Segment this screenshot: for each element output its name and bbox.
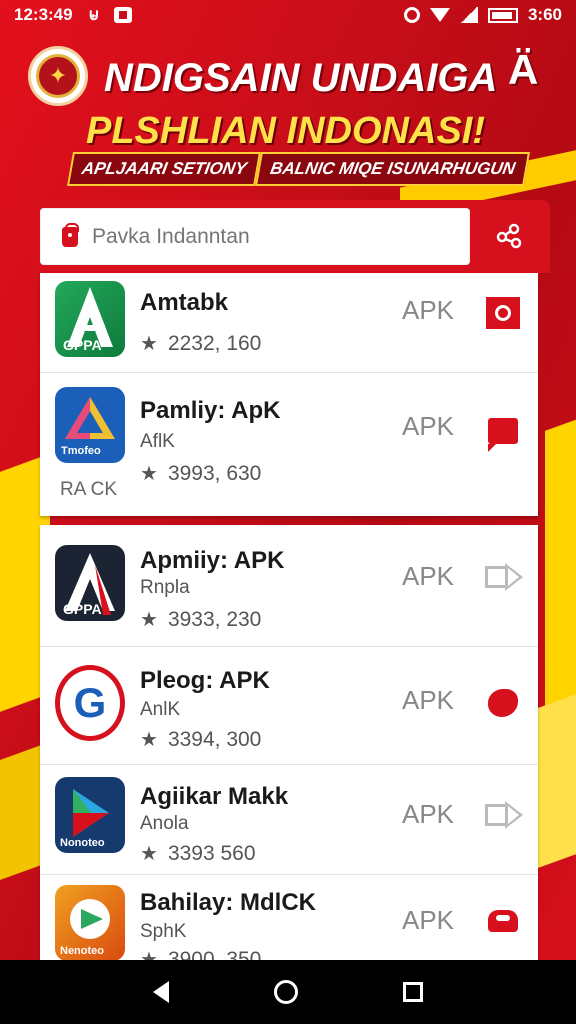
share-arrow-icon <box>485 563 523 591</box>
app-stats: ★ 3394, 300 <box>140 727 262 752</box>
app-list-panel: GPPA Amtabk ★ 2232, 160 APK Tmofeo <box>29 200 550 971</box>
apk-badge: APK <box>402 411 455 441</box>
search-input[interactable] <box>92 224 422 249</box>
banner-title-line1: NDIGSAIN UNDAIGA <box>104 56 498 100</box>
app-icon-pleog: G <box>55 665 125 741</box>
app-list-card: GPPA Apmiiy: APK Rnpla ★ 3933, 230 APK G… <box>40 525 538 971</box>
bookmark-button[interactable] <box>485 903 521 939</box>
app-notification-icon <box>113 7 132 23</box>
app-name: Bahilay: MdlCK <box>140 889 317 916</box>
wifi-icon <box>429 8 450 22</box>
banner-tag-right: BALNIC MIQE ISUNARHUGUN <box>255 152 530 186</box>
rating-star-icon: ★ <box>140 609 158 631</box>
app-icon-agiikar: Nonoteo <box>55 777 125 853</box>
app-subtitle: AflK <box>140 431 175 452</box>
share-network-icon <box>496 223 522 249</box>
list-item[interactable]: G Pleog: APK AnlK ★ 3394, 300 APK <box>40 647 538 765</box>
list-item[interactable]: GPPA Amtabk ★ 2232, 160 APK <box>40 273 538 373</box>
recent-apps-icon[interactable] <box>403 982 424 1002</box>
emblem-logo: ✦ <box>28 46 88 106</box>
red-blob-icon <box>488 689 518 717</box>
banner-tagline: APLJAARI SETIONY BALNIC MIQE ISUNARHUGUN <box>67 152 530 186</box>
rating-star-icon: ★ <box>140 463 158 485</box>
red-square-circle-icon <box>486 297 520 329</box>
apk-badge: APK <box>402 685 455 715</box>
list-item[interactable]: Nenoteo Bahilay: MdlCK SphK ★ 3900, 350 … <box>40 875 538 971</box>
list-item[interactable]: GPPA Apmiiy: APK Rnpla ★ 3933, 230 APK <box>40 525 538 647</box>
home-icon[interactable] <box>273 980 298 1004</box>
shopping-bag-icon <box>62 222 79 247</box>
app-subtitle: Anola <box>140 813 189 834</box>
app-icon-bahilay: Nenoteo <box>55 885 125 961</box>
app-stats: ★ 3393 560 <box>140 841 256 866</box>
share-arrow-icon <box>485 801 523 829</box>
rating-star-icon: ★ <box>140 333 158 355</box>
status-bar: 12:3:49 ⊌ 3:60 <box>0 0 576 30</box>
rating-star-icon: ★ <box>140 729 158 751</box>
record-button[interactable] <box>485 295 521 331</box>
red-flag-icon <box>488 418 518 452</box>
apk-badge: APK <box>402 561 455 591</box>
rocket-icon: Ä <box>508 46 539 93</box>
battery-icon <box>487 7 518 23</box>
search-bar <box>29 200 550 273</box>
share-button[interactable] <box>485 797 523 833</box>
apk-badge: APK <box>402 295 455 325</box>
app-icon-amtabk: GPPA <box>55 281 125 357</box>
banner-tag-left: APLJAARI SETIONY <box>67 152 262 186</box>
apk-badge: APK <box>402 799 455 829</box>
app-subtitle: Rnpla <box>140 577 190 598</box>
app-name: Amtabk <box>140 289 229 316</box>
app-icon-apmiiy: GPPA <box>55 545 125 621</box>
app-list-card: GPPA Amtabk ★ 2232, 160 APK Tmofeo Pamli… <box>40 273 538 516</box>
back-icon[interactable] <box>152 981 169 1003</box>
app-icon-pamliy: Tmofeo <box>55 387 125 463</box>
app-extra-label: RA CK <box>60 479 118 500</box>
app-name: Apmiiy: APK <box>140 547 285 574</box>
app-subtitle: SphK <box>140 921 187 942</box>
rating-star-icon: ★ <box>140 843 158 865</box>
share-button[interactable] <box>485 559 523 595</box>
app-name: Agiikar Makk <box>140 783 289 810</box>
app-name: Pamliy: ApK <box>140 397 281 424</box>
favorite-button[interactable] <box>485 685 521 721</box>
search-field[interactable] <box>40 208 470 265</box>
report-button[interactable] <box>485 413 521 452</box>
list-item[interactable]: Tmofeo Pamliy: ApK AflK ★ 3993, 630 RA C… <box>40 373 538 516</box>
red-hat-icon <box>488 910 518 932</box>
status-time: 12:3:49 <box>14 5 73 24</box>
banner-title-line2: PLSHLIAN INDONASI! <box>86 110 485 152</box>
app-stats: ★ 3933, 230 <box>140 607 262 632</box>
do-not-disturb-icon <box>403 7 420 23</box>
status-time-right: 3:60 <box>527 5 562 24</box>
signal-icon <box>459 7 478 23</box>
app-name: Pleog: APK <box>140 667 270 694</box>
system-nav-bar <box>0 960 576 1024</box>
list-item[interactable]: Nonoteo Agiikar Makk Anola ★ 3393 560 AP… <box>40 765 538 875</box>
app-subtitle: AnlK <box>140 699 181 720</box>
share-network-button[interactable] <box>491 218 527 254</box>
notification-icon: ⊌ <box>88 7 100 24</box>
app-stats: ★ 2232, 160 <box>140 331 262 356</box>
apk-badge: APK <box>402 905 455 935</box>
app-stats: ★ 3993, 630 <box>140 461 262 486</box>
